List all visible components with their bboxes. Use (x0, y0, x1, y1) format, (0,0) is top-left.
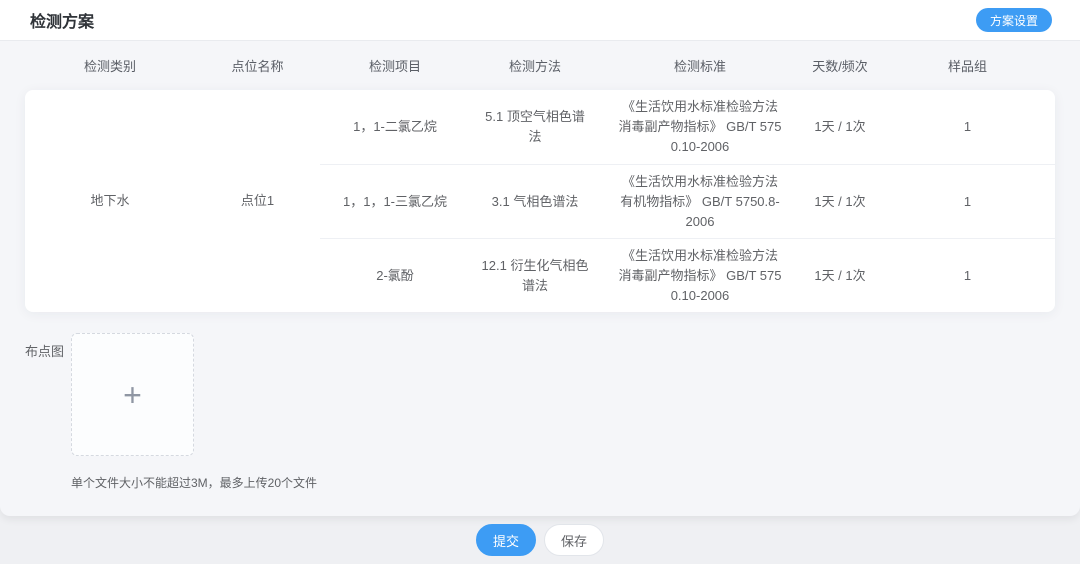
table-row-3-days-freq: 1天 / 1次 (800, 238, 880, 312)
table-row-2-item: 1，1，1-三氯乙烷 (320, 164, 470, 238)
plan-settings-button[interactable]: 方案设置 (976, 8, 1052, 32)
column-header-standard: 检测标准 (600, 41, 800, 90)
plus-icon: + (123, 379, 142, 411)
column-header-point-name: 点位名称 (195, 41, 320, 90)
page-title: 检测方案 (30, 8, 94, 32)
column-header-item: 检测项目 (320, 41, 470, 90)
table-row-3-item: 2-氯酚 (320, 238, 470, 312)
upload-hint-text: 单个文件大小不能超过3M，最多上传20个文件 (71, 474, 317, 491)
content-area: 检测类别 点位名称 检测项目 检测方法 检测标准 天数/频次 样品组 地下水 点… (0, 41, 1080, 491)
column-header-category: 检测类别 (25, 41, 195, 90)
column-header-days-freq: 天数/频次 (800, 41, 880, 90)
save-button[interactable]: 保存 (544, 524, 604, 556)
table-row-2-method: 3.1 气相色谱法 (470, 164, 600, 238)
table-row-3-method: 12.1 衍生化气相色谱法 (470, 238, 600, 312)
layout-map-label: 布点图 (25, 341, 71, 360)
table-row-2-standard: 《生活饮用水标准检验方法 有机物指标》 GB/T 5750.8- 2006 (600, 164, 800, 238)
table-header-row: 检测类别 点位名称 检测项目 检测方法 检测标准 天数/频次 样品组 (25, 41, 1055, 90)
detection-plan-panel: 检测方案 方案设置 检测类别 点位名称 检测项目 检测方法 检测标准 天数/频次… (0, 0, 1080, 516)
table-row-2-sample-group: 1 (880, 164, 1055, 238)
layout-map-section: 布点图 + 单个文件大小不能超过3M，最多上传20个文件 (25, 333, 1055, 491)
table-row-1-days-freq: 1天 / 1次 (800, 90, 880, 164)
table-row-1-standard: 《生活饮用水标准检验方法 消毒副产物指标》 GB/T 575 0.10-2006 (600, 90, 800, 164)
table-row-1-method: 5.1 顶空气相色谱法 (470, 90, 600, 164)
category-cell: 地下水 (25, 90, 195, 312)
table-row-1-item: 1，1-二氯乙烷 (320, 90, 470, 164)
table-row-3-sample-group: 1 (880, 238, 1055, 312)
submit-button[interactable]: 提交 (476, 524, 536, 556)
title-bar: 检测方案 方案设置 (0, 0, 1080, 41)
table-row-3-standard: 《生活饮用水标准检验方法 消毒副产物指标》 GB/T 575 0.10-2006 (600, 238, 800, 312)
table-row-1-sample-group: 1 (880, 90, 1055, 164)
detection-table: 地下水 点位1 1，1-二氯乙烷 5.1 顶空气相色谱法 《生活饮用水标准检验方… (25, 90, 1055, 312)
column-header-sample-group: 样品组 (880, 41, 1055, 90)
column-header-method: 检测方法 (470, 41, 600, 90)
point-name-cell: 点位1 (195, 90, 320, 312)
file-upload-dropzone[interactable]: + (71, 333, 194, 456)
footer-action-bar: 提交 保存 (0, 516, 1080, 564)
table-row-2-days-freq: 1天 / 1次 (800, 164, 880, 238)
